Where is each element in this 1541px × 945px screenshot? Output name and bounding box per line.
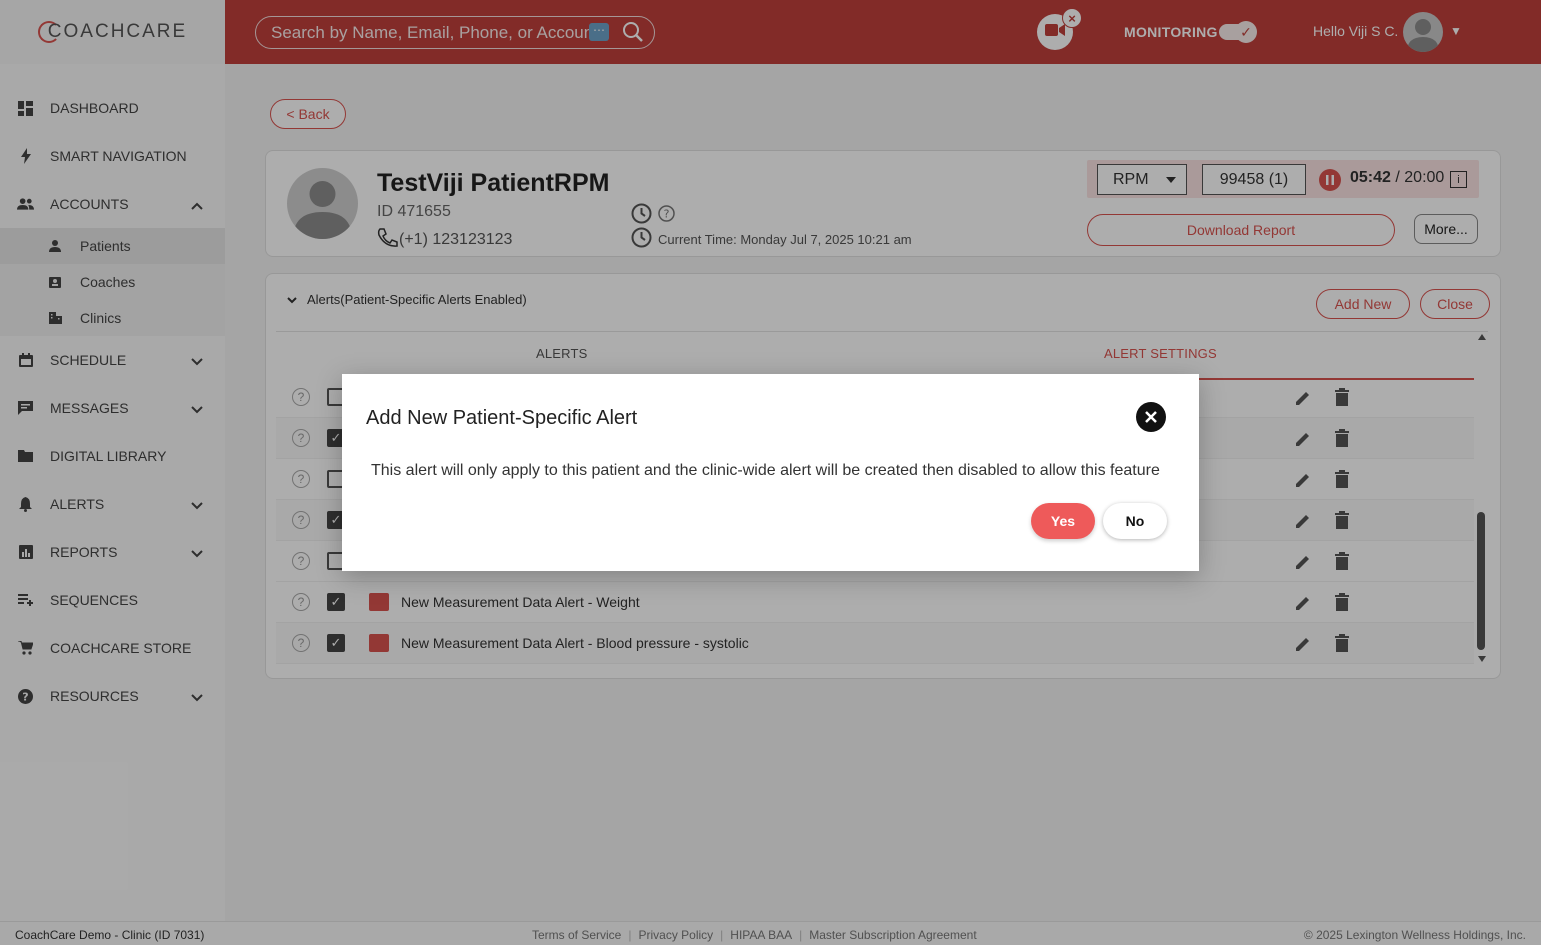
- no-button[interactable]: No: [1103, 503, 1167, 539]
- yes-button[interactable]: Yes: [1031, 503, 1095, 539]
- close-icon[interactable]: [1136, 402, 1166, 432]
- dialog-title: Add New Patient-Specific Alert: [366, 407, 638, 429]
- dialog-message: This alert will only apply to this patie…: [371, 462, 1160, 479]
- add-alert-dialog: Add New Patient-Specific Alert This aler…: [342, 374, 1199, 571]
